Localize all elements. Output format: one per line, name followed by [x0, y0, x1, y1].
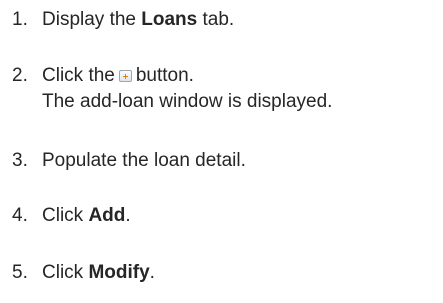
step-number: 4. — [12, 205, 28, 226]
step-text-after: button. — [135, 65, 194, 86]
step-text-before: Click the — [42, 65, 115, 86]
add-button-label: Add — [88, 205, 126, 226]
step-text: Click the button. — [42, 65, 194, 87]
step-number: 3. — [12, 150, 28, 171]
step-2: 2. Click the button. — [12, 65, 194, 87]
add-icon — [118, 70, 132, 82]
step-text: Click Modify. — [42, 262, 155, 284]
step-text-after: tab. — [197, 9, 235, 30]
step-number: 5. — [12, 262, 28, 283]
step-text: Click Add. — [42, 205, 131, 227]
step-1: 1. Display the Loans tab. — [12, 9, 234, 31]
modify-button-label: Modify — [88, 262, 150, 283]
step-5: 5. Click Modify. — [12, 262, 155, 284]
step-text: Populate the loan detail. — [42, 150, 246, 171]
step-text-before: Display the — [42, 9, 142, 30]
loans-tab-label: Loans — [141, 9, 198, 30]
step-3: 3. Populate the loan detail. — [12, 150, 246, 172]
step-number: 1. — [12, 9, 28, 30]
step-4: 4. Click Add. — [12, 205, 131, 227]
step-2-note: The add-loan window is displayed. — [42, 91, 333, 112]
step-text: Display the Loans tab. — [42, 9, 234, 31]
step-text-before: Click — [42, 205, 89, 226]
step-text-before: Click — [42, 262, 89, 283]
step-text-after: . — [149, 262, 155, 283]
step-text-after: . — [125, 205, 131, 226]
step-number: 2. — [12, 65, 28, 86]
